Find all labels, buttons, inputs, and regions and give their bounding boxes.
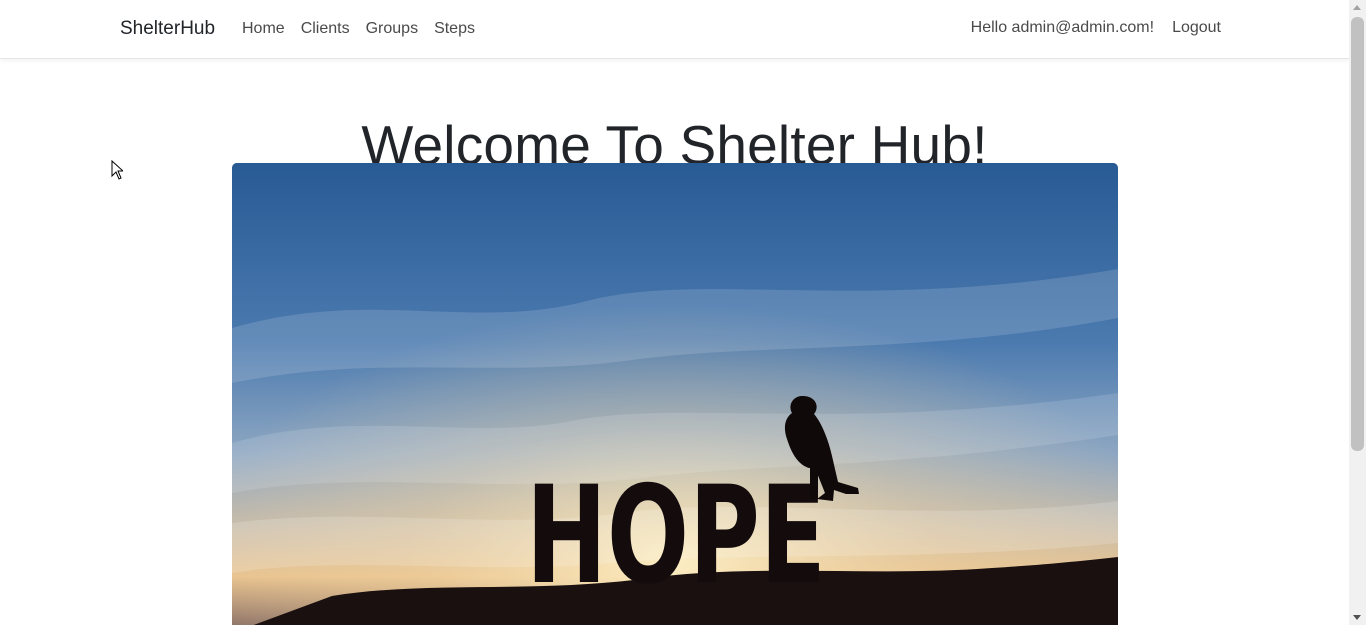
nav-steps-link[interactable]: Steps [434,20,475,38]
logout-link[interactable]: Logout [1172,19,1221,37]
hope-image-text: HOPE [526,457,826,614]
main-nav: Home Clients Groups Steps [242,20,475,38]
user-greeting-link[interactable]: Hello admin@admin.com! [971,19,1154,37]
vertical-scrollbar[interactable] [1349,0,1366,625]
top-navbar: ShelterHub Home Clients Groups Steps Hel… [0,0,1349,59]
hope-silhouette-image: HOPE [232,163,1118,625]
brand-link[interactable]: ShelterHub [120,18,215,40]
scroll-down-icon[interactable] [1353,615,1361,620]
page: ShelterHub Home Clients Groups Steps Hel… [0,0,1349,625]
user-nav: Hello admin@admin.com! Logout [971,19,1221,37]
mouse-cursor-icon [111,160,123,180]
nav-home-link[interactable]: Home [242,20,285,38]
scroll-up-icon[interactable] [1353,5,1361,10]
nav-clients-link[interactable]: Clients [301,20,350,38]
nav-groups-link[interactable]: Groups [366,20,418,38]
scrollbar-thumb[interactable] [1351,17,1364,451]
hero-image: HOPE [232,163,1118,625]
browser-viewport: ShelterHub Home Clients Groups Steps Hel… [0,0,1366,625]
